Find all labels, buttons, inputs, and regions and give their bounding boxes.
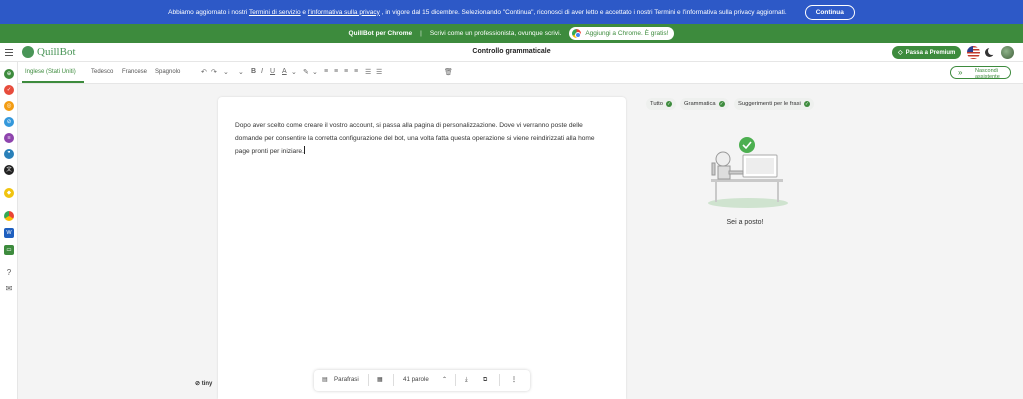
dark-mode-icon[interactable] — [985, 47, 996, 57]
divider — [499, 374, 500, 386]
language-tab-english-us[interactable]: Inglese (Stati Uniti) — [25, 69, 76, 75]
check-icon: ✓ — [803, 101, 810, 107]
premium-label: Passa a Premium — [905, 49, 956, 56]
app-header: QuillBot Controllo grammaticale ◇ Passa … — [0, 43, 1023, 62]
highlight-icon[interactable]: ✎ — [303, 68, 309, 76]
banner-text-end: , in vigore dal 15 dicembre. Selezionand… — [379, 8, 787, 16]
upgrade-premium-button[interactable]: ◇ Passa a Premium — [892, 46, 962, 59]
text-editor[interactable]: Dopo aver scelto come creare il vostro a… — [218, 97, 626, 399]
chip-label: Tutto — [650, 101, 663, 107]
add-to-chrome-label: Aggiungi a Chrome. È gratis! — [585, 30, 669, 37]
paraphrase-button[interactable]: Parafrasi — [334, 376, 359, 383]
word-count: 41 parole — [403, 376, 429, 383]
ai-detector-icon[interactable]: ◎ — [4, 101, 14, 111]
bulleted-list-icon[interactable]: ☰ — [365, 68, 371, 76]
chevron-down-icon[interactable]: ⌄ — [291, 68, 297, 76]
divider — [455, 374, 456, 386]
chrome-promo-bar: QuillBot per Chrome | Scrivi come un pro… — [0, 24, 1023, 43]
numbered-list-icon[interactable]: ☰ — [376, 68, 382, 76]
editor-text: Dopo aver scelto come creare il vostro a… — [235, 122, 595, 155]
align-center-icon[interactable]: ≡ — [334, 68, 338, 75]
check-icon: ✓ — [718, 101, 725, 107]
italic-icon[interactable]: I — [261, 68, 263, 75]
continue-button[interactable]: Continua — [804, 4, 855, 20]
paraphraser-icon[interactable]: ⊕ — [4, 69, 14, 79]
promo-separator: | — [420, 30, 422, 37]
redo-icon[interactable]: ↷ — [211, 68, 217, 76]
citation-generator-icon[interactable]: ❞ — [4, 149, 14, 159]
bottom-action-bar: ▤ Parafrasi ▦ 41 parole ⌃ ⤓ ⧉ ⋮ — [314, 370, 530, 391]
help-icon[interactable]: ? — [4, 268, 14, 278]
chevron-down-icon[interactable]: ⌄ — [238, 68, 244, 76]
plagiarism-checker-icon[interactable]: ⊘ — [4, 117, 14, 127]
language-tab-spanish[interactable]: Spagnolo — [155, 69, 180, 75]
clear-text-icon[interactable]: 🗑 — [444, 68, 453, 76]
language-tab-german[interactable]: Tedesco — [91, 69, 113, 75]
align-left-icon[interactable]: ≡ — [324, 68, 328, 75]
page-title: Controllo grammaticale — [472, 48, 551, 55]
word-addin-icon[interactable]: W — [4, 228, 14, 238]
editor-toolbar: Inglese (Stati Uniti) Tedesco Francese S… — [18, 62, 1023, 84]
download-icon[interactable]: ⤓ — [465, 376, 468, 384]
hide-assistant-button[interactable]: » Nascondi assistente — [950, 66, 1011, 80]
chip-label: Grammatica — [684, 101, 716, 107]
chip-label: Suggerimenti per le frasi — [738, 101, 801, 107]
tool-sidebar: ⊕ ✓ ◎ ⊘ ≡ ❞ 文 ◆ W ▭ ? ✉ — [0, 62, 18, 399]
bold-icon[interactable]: B — [251, 68, 256, 75]
tiny-logo: ⊘ tiny — [195, 381, 213, 387]
promo-text: Scrivi come un professionista, ovunque s… — [429, 30, 562, 37]
tiny-label: tiny — [201, 381, 213, 387]
paraphrase-icon[interactable]: ▤ — [322, 376, 328, 383]
text-cursor — [303, 146, 305, 154]
language-tab-french[interactable]: Francese — [122, 69, 147, 75]
copy-icon[interactable]: ⧉ — [483, 376, 487, 384]
chevron-down-icon[interactable]: ⌄ — [312, 68, 318, 76]
undo-icon[interactable]: ↶ — [201, 68, 207, 76]
filter-chip-all[interactable]: Tutto ✓ — [646, 98, 676, 110]
add-to-chrome-button[interactable]: Aggiungi a Chrome. È gratis! — [569, 27, 675, 40]
align-justify-icon[interactable]: ≡ — [354, 68, 358, 75]
underline-icon[interactable]: U — [270, 68, 275, 75]
terms-of-service-link[interactable]: Termini di servizio — [249, 9, 301, 16]
editor-content[interactable]: Dopo aver scelto come creare il vostro a… — [235, 119, 605, 158]
chevron-up-icon[interactable]: ⌃ — [442, 376, 447, 383]
us-flag-icon[interactable] — [967, 46, 980, 59]
divider — [393, 374, 394, 386]
banner-text-start: Abbiamo aggiornato i nostri — [168, 8, 249, 16]
status-message: Sei a posto! — [726, 219, 764, 226]
avatar[interactable] — [1001, 46, 1014, 59]
divider — [368, 374, 369, 386]
desktop-app-icon[interactable]: ▭ — [4, 245, 14, 255]
mail-icon[interactable]: ✉ — [4, 284, 14, 294]
terms-banner-text: Abbiamo aggiornato i nostri Termini di s… — [168, 9, 787, 16]
terms-banner: Abbiamo aggiornato i nostri Termini di s… — [0, 0, 1023, 24]
summarizer-icon[interactable]: ≡ — [4, 133, 14, 143]
chrome-extension-icon[interactable] — [4, 211, 14, 221]
premium-diamond-icon[interactable]: ◆ — [4, 188, 14, 198]
stats-icon[interactable]: ▦ — [377, 376, 383, 383]
privacy-policy-link[interactable]: l'informativa sulla privacy — [308, 9, 380, 16]
banner-text-mid: e — [300, 8, 308, 16]
hide-assistant-label: Nascondi assistente — [975, 68, 1000, 80]
filter-chip-sentence-suggestions[interactable]: Suggerimenti per le frasi ✓ — [734, 98, 814, 110]
all-done-illustration — [708, 137, 788, 208]
more-options-icon[interactable]: ⋮ — [511, 376, 517, 383]
promo-title: QuillBot per Chrome — [348, 30, 413, 37]
text-color-icon[interactable]: A — [282, 68, 287, 75]
chevron-down-icon[interactable]: ⌄ — [223, 68, 229, 76]
align-right-icon[interactable]: ≡ — [344, 68, 348, 75]
translator-icon[interactable]: 文 — [4, 165, 14, 175]
check-icon: ✓ — [666, 101, 672, 107]
double-chevron-right-icon: » — [958, 68, 963, 77]
active-language-indicator — [22, 81, 84, 83]
filter-chip-grammar[interactable]: Grammatica ✓ — [680, 98, 729, 110]
grammar-checker-icon[interactable]: ✓ — [4, 85, 14, 95]
diamond-icon: ◇ — [898, 50, 903, 56]
chrome-icon — [572, 29, 582, 38]
